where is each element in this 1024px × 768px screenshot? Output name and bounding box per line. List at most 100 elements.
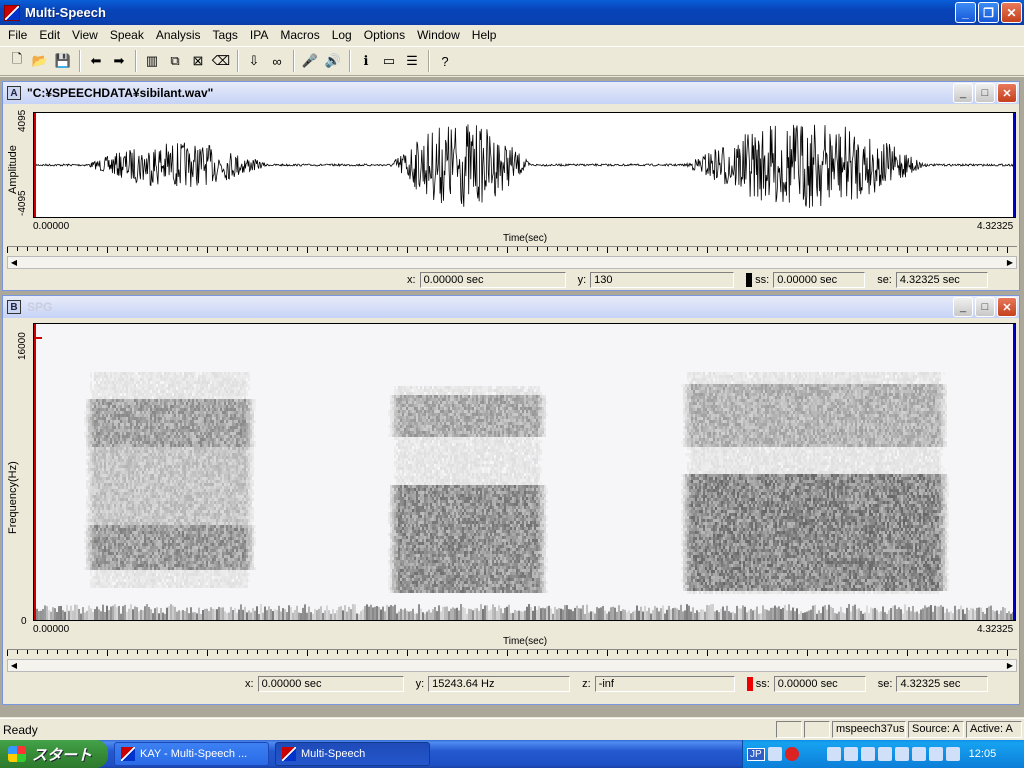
spectrogram-cell bbox=[142, 504, 144, 507]
spectrogram-cell bbox=[152, 537, 154, 540]
info-icon[interactable]: ℹ bbox=[355, 50, 377, 72]
spectrogram-cell bbox=[94, 456, 96, 459]
open-folder-icon[interactable]: 📂 bbox=[29, 50, 51, 72]
spectrogram-window[interactable]: B SPG _ □ ✕ Frequency(Hz) 16000 0 0.0000… bbox=[2, 295, 1020, 705]
spectrogram-cell bbox=[142, 492, 144, 495]
child-close-button[interactable]: ✕ bbox=[997, 297, 1017, 317]
child-close-button[interactable]: ✕ bbox=[997, 83, 1017, 103]
spectrogram-cell bbox=[150, 495, 152, 498]
spectrogram-cell bbox=[94, 402, 96, 405]
menu-help[interactable]: Help bbox=[466, 28, 503, 42]
spectrogram-cell bbox=[120, 531, 122, 534]
spectrogram-cell bbox=[162, 504, 164, 507]
spectrogram-cell bbox=[208, 492, 210, 495]
toolbar-separator bbox=[349, 50, 351, 72]
spectrogram-cell bbox=[158, 405, 160, 408]
menu-ipa[interactable]: IPA bbox=[244, 28, 274, 42]
spectrogram-cell bbox=[198, 399, 200, 402]
spectrogram-cell bbox=[124, 498, 126, 501]
spectrogram-cell bbox=[170, 576, 172, 579]
waveform-plot[interactable] bbox=[33, 112, 1016, 218]
spectrogram-cell bbox=[94, 378, 96, 381]
spectrogram-cell bbox=[138, 372, 140, 375]
analysis-bars-icon[interactable]: ▥ bbox=[141, 50, 163, 72]
eraser-icon[interactable]: ⌫ bbox=[210, 50, 232, 72]
back-arrow-icon[interactable]: ⬅ bbox=[85, 50, 107, 72]
spectrogram-cell bbox=[88, 459, 90, 462]
spectrogram-cell bbox=[220, 393, 222, 396]
menu-analysis[interactable]: Analysis bbox=[150, 28, 207, 42]
app-title-bar[interactable]: Multi-Speech _ ❐ ✕ bbox=[0, 0, 1024, 25]
window-icon[interactable]: ▭ bbox=[378, 50, 400, 72]
spectrogram-cell bbox=[154, 399, 156, 402]
spectrogram-cell bbox=[192, 585, 194, 588]
spectrogram-cell bbox=[172, 567, 174, 570]
spectrogram-cell bbox=[144, 456, 146, 459]
minimize-button[interactable]: _ bbox=[955, 2, 976, 23]
spectrogram-cell bbox=[100, 384, 102, 387]
menu-tags[interactable]: Tags bbox=[207, 28, 244, 42]
menu-log[interactable]: Log bbox=[326, 28, 358, 42]
menu-file[interactable]: File bbox=[2, 28, 33, 42]
spectrogram-cell bbox=[132, 582, 134, 585]
spectrogram-cell bbox=[184, 531, 186, 534]
microphone-icon[interactable]: 🎤 bbox=[299, 50, 321, 72]
delete-window-icon[interactable]: ⊠ bbox=[187, 50, 209, 72]
spectrogram-cell bbox=[126, 408, 128, 411]
spectrogram-cell bbox=[168, 546, 170, 549]
spectrogram-cell bbox=[146, 513, 148, 516]
spectrogram-cell bbox=[198, 567, 200, 570]
list-icon[interactable]: ☰ bbox=[401, 50, 423, 72]
spectrogram-cell bbox=[138, 546, 140, 549]
waveform-scrollbar[interactable]: ◀ ▶ bbox=[7, 256, 1017, 269]
spectrogram-cell bbox=[184, 402, 186, 405]
spectrogram-cell bbox=[108, 471, 110, 474]
spectrogram-cell bbox=[194, 534, 196, 537]
waveform-window[interactable]: A "C:¥SPEECHDATA¥sibilant.wav" _ □ ✕ Amp… bbox=[2, 81, 1020, 291]
spectrogram-cell bbox=[184, 435, 186, 438]
spectrogram-cell bbox=[126, 465, 128, 468]
copy-window-icon[interactable]: ⧉ bbox=[164, 50, 186, 72]
save-icon[interactable]: 💾 bbox=[52, 50, 74, 72]
spectrogram-cell bbox=[128, 582, 130, 585]
close-button[interactable]: ✕ bbox=[1001, 2, 1022, 23]
spectrogram-cell bbox=[126, 585, 128, 588]
spectrogram-plot[interactable] bbox=[33, 323, 1016, 621]
spectrogram-cell bbox=[118, 375, 120, 378]
spectrogram-cell bbox=[188, 552, 190, 555]
link-icon[interactable]: ∞ bbox=[266, 50, 288, 72]
spectrogram-cell bbox=[128, 432, 130, 435]
child-maximize-button[interactable]: □ bbox=[975, 297, 995, 317]
help-icon[interactable]: ? bbox=[434, 50, 456, 72]
spectrogram-cell bbox=[174, 489, 176, 492]
forward-arrow-icon[interactable]: ➡ bbox=[108, 50, 130, 72]
spectrogram-window-title-bar[interactable]: B SPG _ □ ✕ bbox=[3, 296, 1019, 318]
new-file-icon[interactable]: 🗋 bbox=[6, 50, 28, 72]
child-maximize-button[interactable]: □ bbox=[975, 83, 995, 103]
menu-window[interactable]: Window bbox=[411, 28, 466, 42]
scroll-left-icon[interactable]: ◀ bbox=[8, 258, 20, 267]
waveform-time-ruler[interactable] bbox=[7, 246, 1017, 256]
child-minimize-button[interactable]: _ bbox=[953, 83, 973, 103]
spectrogram-cell bbox=[146, 423, 148, 426]
menu-speak[interactable]: Speak bbox=[104, 28, 150, 42]
spectrogram-cell bbox=[148, 507, 150, 510]
speaker-icon[interactable]: 🔊 bbox=[322, 50, 344, 72]
ss-readout-field: 0.00000 sec bbox=[773, 272, 866, 288]
spectrogram-cell bbox=[138, 462, 140, 465]
spectrogram-cell bbox=[162, 384, 164, 387]
menu-view[interactable]: View bbox=[66, 28, 104, 42]
spectrogram-cell bbox=[110, 468, 112, 471]
child-minimize-button[interactable]: _ bbox=[953, 297, 973, 317]
menu-macros[interactable]: Macros bbox=[274, 28, 325, 42]
spectrogram-cell bbox=[198, 579, 200, 582]
menu-options[interactable]: Options bbox=[358, 28, 411, 42]
scroll-right-icon[interactable]: ▶ bbox=[1004, 258, 1016, 267]
spectrogram-cell bbox=[90, 381, 92, 384]
waveform-window-title-bar[interactable]: A "C:¥SPEECHDATA¥sibilant.wav" _ □ ✕ bbox=[3, 82, 1019, 104]
restore-button[interactable]: ❐ bbox=[978, 2, 999, 23]
down-arrow-icon[interactable]: ⇩ bbox=[243, 50, 265, 72]
spectrogram-cell bbox=[116, 585, 118, 588]
menu-edit[interactable]: Edit bbox=[33, 28, 66, 42]
spectrogram-cell bbox=[176, 453, 178, 456]
